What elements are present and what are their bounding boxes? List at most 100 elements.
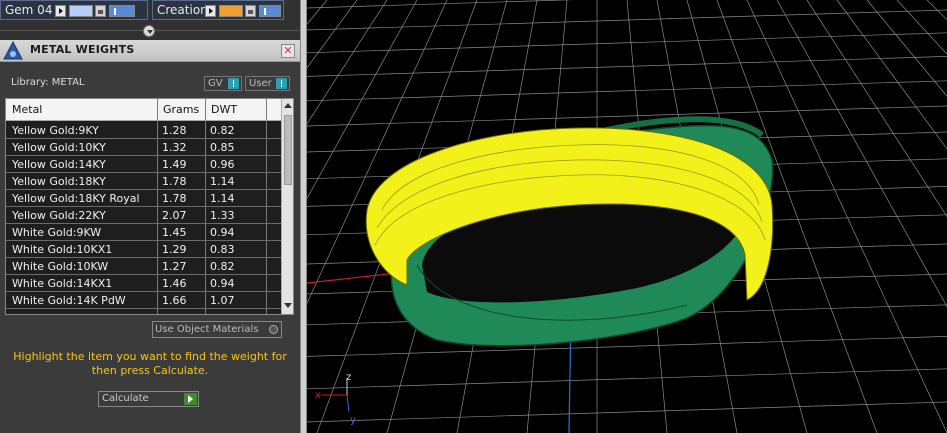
cell-dwt: 1.14 — [210, 175, 235, 188]
panel-title-bar: METAL WEIGHTS ✕ — [0, 40, 300, 62]
play-icon[interactable] — [55, 5, 66, 17]
layer-strip: Gem 04 Creation — [0, 0, 300, 40]
visibility-icon[interactable] — [259, 5, 281, 17]
layer-row-gem[interactable]: Gem 04 — [0, 0, 148, 20]
cell-dwt: 0.94 — [210, 226, 235, 239]
table-body: Yellow Gold:9KY 1.28 0.82 Yellow Gold:10KY 1… — [6, 122, 281, 309]
toggle-indicator-icon — [276, 78, 287, 89]
layer-row-creation[interactable]: Creation — [152, 0, 284, 20]
cell-dwt: 1.33 — [210, 209, 235, 222]
layer-color-swatch[interactable] — [69, 5, 93, 17]
radio-icon[interactable] — [269, 325, 278, 334]
lock-icon[interactable] — [245, 5, 256, 17]
table-row[interactable]: White Gold:10KX1 1.29 0.83 — [6, 241, 281, 258]
grid-line — [307, 0, 358, 69]
table-row[interactable]: White Gold:9KW 1.45 0.94 — [6, 224, 281, 241]
table-row[interactable]: Yellow Gold:18KY Royal 1.78 1.14 — [6, 190, 281, 207]
grid-line — [307, 336, 947, 357]
cell-grams: 1.45 — [162, 226, 187, 239]
axis-label-z: z — [346, 372, 351, 383]
metal-table: Metal Grams DWT Yellow Gold:9KY 1.28 0.82 Y… — [5, 98, 294, 315]
grid-line — [307, 56, 947, 77]
cell-dwt: 1.14 — [210, 192, 235, 205]
cell-metal: Yellow Gold:14KY — [12, 158, 106, 171]
calculate-button[interactable]: Calculate — [98, 391, 199, 407]
table-header: Metal Grams DWT — [6, 99, 281, 121]
cell-metal: White Gold:14KX1 — [12, 277, 113, 290]
table-row[interactable]: White Gold:14KX1 1.46 0.94 — [6, 275, 281, 292]
scroll-down-icon[interactable] — [284, 303, 292, 308]
cell-dwt: 0.82 — [210, 260, 235, 273]
use-object-materials-option[interactable]: Use Object Materials — [152, 321, 282, 338]
table-row[interactable]: Yellow Gold:10KY 1.32 0.85 — [6, 139, 281, 156]
grid-line — [926, 0, 947, 21]
cell-grams: 1.49 — [162, 158, 187, 171]
cell-dwt: 0.96 — [210, 158, 235, 171]
app-logo-icon — [3, 40, 23, 60]
lock-icon[interactable] — [95, 5, 106, 17]
library-label: Library: METAL — [11, 77, 85, 88]
user-toggle[interactable]: User — [245, 76, 290, 91]
cell-grams: 1.27 — [162, 260, 187, 273]
cell-dwt: 0.83 — [210, 243, 235, 256]
table-row[interactable]: Yellow Gold:9KY 1.28 0.82 — [6, 122, 281, 139]
cell-grams: 1.78 — [162, 175, 187, 188]
cell-metal: White Gold:10KW — [12, 260, 109, 273]
layer-name: Gem 04 — [5, 3, 53, 17]
toggle-indicator-icon — [228, 78, 239, 89]
gv-toggle[interactable]: GV — [204, 76, 242, 91]
table-row[interactable]: Yellow Gold:14KY 1.49 0.96 — [6, 156, 281, 173]
scroll-thumb[interactable] — [284, 115, 292, 185]
cell-dwt: 0.82 — [210, 124, 235, 137]
panel-splitter[interactable] — [300, 0, 307, 433]
grid-line — [896, 0, 947, 55]
axis-gizmo: z x y — [315, 372, 356, 426]
viewport-canvas[interactable]: z x y — [307, 0, 947, 433]
cell-grams: 1.66 — [162, 294, 187, 307]
collapse-icon[interactable] — [143, 25, 155, 37]
cell-metal: Yellow Gold:22KY — [12, 209, 106, 222]
cell-metal: Yellow Gold:18KY Royal — [12, 192, 140, 205]
visibility-icon[interactable] — [109, 5, 135, 17]
column-header-grams[interactable]: Grams — [163, 103, 199, 116]
column-header-dwt[interactable]: DWT — [211, 103, 237, 116]
grid-line — [307, 368, 947, 390]
grid-line — [307, 401, 947, 423]
cell-metal: White Gold:14K PdW — [12, 294, 126, 307]
column-header-metal[interactable]: Metal — [12, 103, 42, 116]
cell-grams: 2.07 — [162, 209, 187, 222]
cell-metal: Yellow Gold:10KY — [12, 141, 106, 154]
grid-line — [746, 0, 947, 433]
cell-metal: White Gold:10KX1 — [12, 243, 113, 256]
cell-metal: Yellow Gold:9KY — [12, 124, 99, 137]
3d-viewport[interactable]: z x y — [307, 0, 947, 433]
layer-color-swatch[interactable] — [219, 5, 243, 17]
grid-line — [307, 80, 947, 102]
calculate-label: Calculate — [102, 393, 149, 404]
table-row[interactable]: Yellow Gold:18KY 1.78 1.14 — [6, 173, 281, 190]
cell-dwt: 1.07 — [210, 294, 235, 307]
cell-grams: 1.29 — [162, 243, 187, 256]
grid-line — [307, 32, 947, 54]
close-button[interactable]: ✕ — [281, 44, 295, 58]
layer-name: Creation — [157, 3, 208, 17]
axis-label-y: y — [350, 415, 356, 426]
use-object-materials-label: Use Object Materials — [155, 324, 259, 335]
table-scrollbar[interactable] — [281, 99, 293, 314]
cell-dwt: 0.94 — [210, 277, 235, 290]
cell-grams: 1.28 — [162, 124, 187, 137]
table-row[interactable]: White Gold:14K PdW 1.66 1.07 — [6, 292, 281, 309]
grid-line — [307, 9, 947, 31]
gv-label: GV — [208, 78, 223, 89]
cell-grams: 1.78 — [162, 192, 187, 205]
axis-label-x: x — [315, 390, 321, 401]
instruction-text: Highlight the item you want to find the … — [13, 350, 287, 377]
cell-metal: White Gold:9KW — [12, 226, 102, 239]
table-row[interactable]: White Gold:10KW 1.27 0.82 — [6, 258, 281, 275]
grid-line — [866, 0, 947, 97]
play-icon[interactable] — [205, 5, 216, 17]
table-row[interactable]: Yellow Gold:22KY 2.07 1.33 — [6, 207, 281, 224]
panel-title: METAL WEIGHTS — [30, 43, 135, 56]
scroll-up-icon[interactable] — [284, 103, 292, 108]
cell-grams: 1.32 — [162, 141, 187, 154]
